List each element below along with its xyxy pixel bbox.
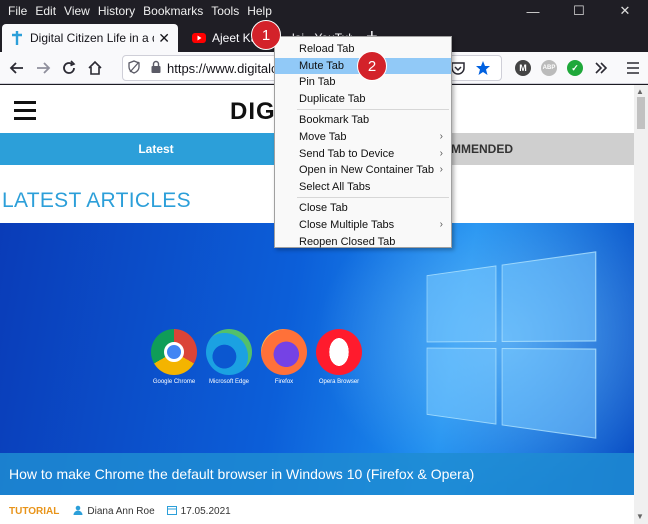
section-title: LATEST ARTICLES	[2, 189, 191, 212]
menu-item-label: Send Tab to Device	[299, 147, 395, 160]
extension-check-icon[interactable]: ✓	[567, 60, 583, 76]
submenu-arrow-icon: ›	[439, 218, 443, 230]
minimize-button[interactable]: —	[510, 0, 556, 22]
article-title[interactable]: How to make Chrome the default browser i…	[0, 453, 634, 495]
pocket-icon	[451, 62, 465, 75]
menu-item-label: Close Multiple Tabs	[299, 218, 395, 231]
article-author[interactable]: Diana Ann Roe	[87, 506, 154, 517]
window-controls: — ☐ ✕	[510, 0, 648, 22]
menu-item-open-in-container[interactable]: Open in New Container Tab ›	[275, 162, 451, 179]
desktop-icon-label: Opera Browser	[318, 379, 360, 385]
windows-logo-icon	[426, 251, 597, 439]
tab-title: Digital Citizen Life in a digital w	[30, 31, 154, 45]
tab-digital-citizen[interactable]: Digital Citizen Life in a digital w ✕	[2, 24, 178, 52]
tracking-protection-icon[interactable]	[123, 59, 145, 77]
menu-item-reopen-closed-tab[interactable]: Reopen Closed Tab	[275, 234, 451, 251]
site-nav-latest[interactable]: Latest	[0, 133, 312, 165]
submenu-arrow-icon: ›	[439, 164, 443, 176]
menu-view[interactable]: View	[60, 4, 94, 18]
menu-tools[interactable]: Tools	[207, 4, 243, 18]
reload-icon	[63, 60, 76, 74]
overflow-menu-button[interactable]	[590, 57, 612, 79]
page-scrollbar[interactable]: ▲ ▼	[634, 85, 648, 524]
back-arrow-icon	[9, 62, 23, 74]
menu-item-close-multiple-tabs[interactable]: Close Multiple Tabs ›	[275, 217, 451, 234]
menu-items: File Edit View History Bookmarks Tools H…	[0, 4, 276, 18]
menu-item-label: Select All Tabs	[299, 180, 371, 193]
article-date: 17.05.2021	[180, 506, 231, 517]
menu-separator	[297, 197, 449, 199]
menu-item-label: Close Tab	[299, 202, 348, 215]
desktop-edge-icon: Microsoft Edge	[204, 329, 254, 385]
desktop-icon-label: Firefox	[274, 379, 294, 385]
menu-item-label: Reopen Closed Tab	[299, 235, 396, 248]
adblock-plus-icon[interactable]: ABP	[541, 60, 557, 76]
menu-separator	[297, 109, 449, 111]
scroll-down-icon[interactable]: ▼	[636, 512, 644, 521]
step-badge-2: 2	[357, 51, 387, 81]
step-badge-1: 1	[251, 20, 281, 50]
menu-item-label: Open in New Container Tab	[299, 164, 434, 177]
bookmark-star-button[interactable]	[472, 57, 494, 79]
article-meta: TUTORIAL Diana Ann Roe 17.05.2021	[9, 505, 231, 518]
desktop-icon-label: Google Chrome	[152, 379, 196, 385]
menu-item-bookmark-tab[interactable]: Bookmark Tab	[275, 112, 451, 129]
back-button[interactable]	[6, 57, 28, 79]
desktop-firefox-icon: Firefox	[259, 329, 309, 385]
menu-item-label: Pin Tab	[299, 76, 336, 89]
menu-bar: File Edit View History Bookmarks Tools H…	[0, 0, 648, 22]
menu-item-move-tab[interactable]: Move Tab ›	[275, 129, 451, 146]
reload-button[interactable]	[58, 57, 80, 79]
menu-item-label: Move Tab	[299, 130, 347, 143]
scroll-up-icon[interactable]: ▲	[636, 87, 644, 96]
menu-edit[interactable]: Edit	[31, 4, 60, 18]
desktop-chrome-icon: Google Chrome	[149, 329, 199, 385]
maximize-button[interactable]: ☐	[556, 0, 602, 22]
home-icon	[88, 60, 102, 75]
forward-arrow-icon	[37, 62, 51, 74]
menu-item-duplicate-tab[interactable]: Duplicate Tab	[275, 91, 451, 108]
lock-icon[interactable]	[145, 60, 167, 77]
calendar-icon	[166, 505, 177, 518]
menu-item-label: Duplicate Tab	[299, 92, 366, 105]
menu-item-label: Reload Tab	[299, 43, 355, 55]
article-hero-image[interactable]: Google Chrome Microsoft Edge Firefox Ope…	[0, 223, 634, 495]
url-text: https://www.digitalci	[167, 60, 281, 76]
forward-button[interactable]	[32, 57, 54, 79]
menu-bookmarks[interactable]: Bookmarks	[139, 4, 207, 18]
menu-item-label: Mute Tab	[299, 59, 345, 72]
app-menu-button[interactable]	[622, 57, 644, 79]
submenu-arrow-icon: ›	[439, 147, 443, 159]
menu-history[interactable]: History	[94, 4, 139, 18]
menu-help[interactable]: Help	[243, 4, 276, 18]
menu-item-label: Bookmark Tab	[299, 114, 370, 127]
desktop-icon-label: Microsoft Edge	[208, 379, 250, 385]
close-tab-icon[interactable]: ✕	[158, 30, 170, 47]
extension-m-icon[interactable]: M	[515, 60, 531, 76]
article-category[interactable]: TUTORIAL	[9, 506, 59, 517]
menu-item-select-all-tabs[interactable]: Select All Tabs	[275, 179, 451, 196]
menu-item-close-tab[interactable]: Close Tab	[275, 200, 451, 217]
submenu-arrow-icon: ›	[439, 130, 443, 142]
hamburger-menu-icon	[627, 62, 639, 74]
menu-file[interactable]: File	[4, 4, 31, 18]
scrollbar-thumb[interactable]	[637, 97, 645, 129]
menu-item-send-tab-to-device[interactable]: Send Tab to Device ›	[275, 146, 451, 163]
youtube-favicon-icon	[192, 31, 206, 45]
site-hamburger-icon[interactable]	[14, 101, 36, 125]
home-button[interactable]	[84, 57, 106, 79]
site-logo[interactable]: DIG	[230, 98, 276, 126]
author-icon	[73, 505, 83, 518]
digital-citizen-favicon-icon	[10, 31, 24, 45]
close-window-button[interactable]: ✕	[602, 0, 648, 22]
star-icon	[476, 61, 490, 75]
desktop-opera-icon: Opera Browser	[314, 329, 364, 385]
chevrons-right-icon	[595, 62, 608, 74]
